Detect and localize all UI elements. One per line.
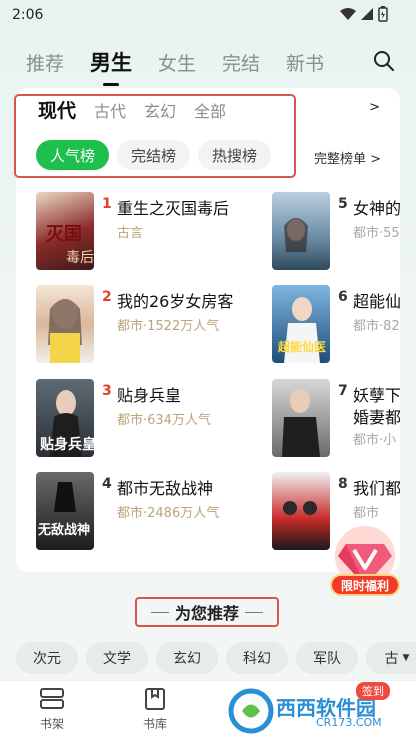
book-title: 妖孽下 bbox=[353, 386, 400, 405]
svg-text:贴身兵皇: 贴身兵皇 bbox=[40, 436, 94, 453]
divider bbox=[150, 611, 169, 613]
genre-chip[interactable]: 古 ▼ bbox=[366, 642, 416, 674]
genre-chip[interactable]: 玄幻 bbox=[156, 642, 218, 674]
tab-completed[interactable]: 完结 bbox=[222, 49, 260, 76]
book-title-line2: 婚妻都 bbox=[353, 408, 400, 427]
signal-icon bbox=[361, 8, 373, 20]
pill-popular[interactable]: 人气榜 bbox=[36, 140, 110, 170]
svg-text:灭国: 灭国 bbox=[45, 224, 82, 245]
nav-label: 书库 bbox=[142, 717, 167, 731]
rank-number: 1 bbox=[102, 196, 112, 212]
recommend-heading: 为您推荐 bbox=[135, 597, 279, 627]
book-meta: 古言 bbox=[117, 226, 144, 241]
book-title: 我们都 bbox=[353, 479, 400, 498]
wifi-icon bbox=[340, 8, 356, 20]
book-meta: 都市·55 bbox=[353, 226, 400, 241]
book-item[interactable]: 超能仙医 6 超能仙 都市·82 bbox=[272, 285, 400, 363]
tab-new-books[interactable]: 新书 bbox=[286, 49, 324, 76]
book-cover[interactable] bbox=[272, 192, 330, 270]
status-time: 2:06 bbox=[12, 7, 44, 23]
watermark-logo: 西西软件园 CR173.COM 签到 bbox=[224, 682, 400, 736]
book-item[interactable]: 7 妖孽下 婚妻都 都市·小 bbox=[272, 379, 400, 457]
book-meta: 都市·82 bbox=[353, 319, 400, 334]
book-title: 超能仙 bbox=[353, 292, 400, 311]
genre-chips: 次元 文学 玄幻 科幻 军队 古 ▼ bbox=[16, 642, 416, 674]
book-meta: 都市·1522万人气 bbox=[117, 319, 220, 334]
genre-chip[interactable]: 文学 bbox=[86, 642, 148, 674]
badge-label: 限时福利 bbox=[330, 574, 400, 596]
genre-chip[interactable]: 科幻 bbox=[226, 642, 288, 674]
rank-pills: 人气榜 完结榜 热搜榜 bbox=[36, 140, 272, 170]
svg-text:毒后: 毒后 bbox=[66, 250, 94, 266]
book-title: 贴身兵皇 bbox=[117, 386, 182, 405]
rank-number: 6 bbox=[338, 289, 348, 305]
ranking-right-column: 5 女神的 都市·55 超能仙医 6 超能仙 都市·82 7 妖孽下 婚妻都 都… bbox=[272, 88, 400, 572]
rank-number: 2 bbox=[102, 289, 112, 305]
ranking-card: 现代 古代 玄幻 全部 > 人气榜 完结榜 热搜榜 完整榜单 > 灭国 毒后 1 … bbox=[14, 88, 400, 572]
limited-welfare-badge[interactable]: 限时福利 bbox=[324, 524, 406, 610]
rank-number: 8 bbox=[338, 476, 348, 492]
tab-male[interactable]: 男生 bbox=[90, 47, 132, 77]
checkin-tag: 签到 bbox=[356, 682, 390, 700]
search-icon[interactable] bbox=[372, 49, 396, 73]
book-cover[interactable] bbox=[36, 285, 94, 363]
nav-library[interactable]: 书库 bbox=[125, 687, 185, 732]
book-meta: 都市·634万人气 bbox=[117, 413, 211, 428]
book-meta: 都市·2486万人气 bbox=[117, 506, 220, 521]
svg-text:无敌战神: 无敌战神 bbox=[37, 522, 90, 538]
rank-number: 4 bbox=[102, 476, 112, 492]
book-cover[interactable] bbox=[272, 379, 330, 457]
sub-tab-all[interactable]: 全部 bbox=[194, 98, 226, 122]
status-bar: 2:06 bbox=[0, 0, 416, 30]
book-title: 都市无敌战神 bbox=[117, 479, 214, 498]
top-tab-bar: 推荐 男生 女生 完结 新书 bbox=[0, 42, 416, 82]
nav-label: 书架 bbox=[39, 717, 64, 731]
book-cover[interactable]: 无敌战神 bbox=[36, 472, 94, 550]
svg-text:超能仙医: 超能仙医 bbox=[277, 339, 326, 354]
book-cover[interactable]: 灭国毒后 bbox=[36, 192, 94, 270]
sub-tab-ancient[interactable]: 古代 bbox=[94, 98, 126, 122]
watermark-icon bbox=[228, 688, 274, 734]
rank-number: 5 bbox=[338, 196, 348, 212]
status-icons bbox=[340, 6, 388, 22]
pill-trending[interactable]: 热搜榜 bbox=[198, 140, 272, 170]
book-meta: 都市·小 bbox=[353, 433, 397, 448]
book-item[interactable]: 灭国毒后 1 重生之灭国毒后 古言 bbox=[36, 192, 266, 270]
book-cover[interactable] bbox=[272, 472, 330, 550]
book-cover[interactable]: 超能仙医 bbox=[272, 285, 330, 363]
recommend-title: 为您推荐 bbox=[174, 604, 239, 623]
book-item[interactable]: 贴身兵皇 3 贴身兵皇 都市·634万人气 bbox=[36, 379, 266, 457]
caret-down-icon: ▼ bbox=[402, 653, 410, 663]
book-item[interactable]: 无敌战神 4 都市无敌战神 都市·2486万人气 bbox=[36, 472, 266, 550]
book-item[interactable]: 2 我的26岁女房客 都市·1522万人气 bbox=[36, 285, 266, 363]
book-title: 重生之灭国毒后 bbox=[117, 199, 230, 218]
sub-tab-modern[interactable]: 现代 bbox=[38, 96, 76, 123]
sub-category-tabs: 现代 古代 玄幻 全部 bbox=[38, 96, 244, 123]
genre-chip[interactable]: 军队 bbox=[296, 642, 358, 674]
bookshelf-icon bbox=[40, 688, 64, 709]
genre-chip-label: 古 bbox=[384, 651, 399, 667]
tab-recommend[interactable]: 推荐 bbox=[26, 49, 64, 76]
genre-chip[interactable]: 次元 bbox=[16, 642, 78, 674]
book-cover[interactable]: 贴身兵皇 bbox=[36, 379, 94, 457]
watermark-subtext: CR173.COM bbox=[316, 716, 382, 729]
book-icon bbox=[145, 688, 165, 710]
rank-number: 3 bbox=[102, 383, 112, 399]
divider bbox=[245, 611, 263, 613]
book-title: 我的26岁女房客 bbox=[117, 292, 234, 311]
battery-icon bbox=[378, 6, 388, 22]
nav-bookshelf[interactable]: 书架 bbox=[22, 687, 82, 732]
book-meta: 都市 bbox=[353, 506, 380, 521]
book-item[interactable]: 5 女神的 都市·55 bbox=[272, 192, 400, 270]
pill-completed[interactable]: 完结榜 bbox=[117, 140, 191, 170]
rank-number: 7 bbox=[338, 383, 348, 399]
book-title: 女神的 bbox=[353, 199, 400, 218]
tab-female[interactable]: 女生 bbox=[158, 49, 196, 76]
sub-tab-fantasy[interactable]: 玄幻 bbox=[144, 98, 176, 122]
